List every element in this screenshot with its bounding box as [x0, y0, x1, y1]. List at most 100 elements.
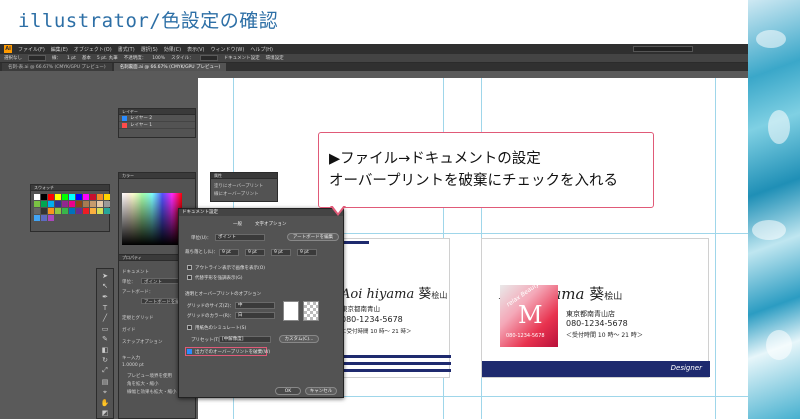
- line-tool-icon[interactable]: ╱: [100, 313, 110, 323]
- menu-edit[interactable]: 編集(E): [51, 46, 68, 53]
- color-swatch[interactable]: [90, 201, 96, 207]
- variable-width[interactable]: 基本: [82, 55, 91, 61]
- key-value[interactable]: 1.0000 pt: [122, 363, 144, 368]
- eraser-tool-icon[interactable]: ◧: [100, 345, 110, 355]
- overprint-stroke-check[interactable]: 線にオーバープリント: [214, 191, 259, 197]
- color-swatch[interactable]: [41, 215, 47, 221]
- pen-tool-icon[interactable]: ✒: [100, 292, 110, 302]
- gradient-tool-icon[interactable]: ▤: [100, 377, 110, 387]
- bleed-bottom[interactable]: 9 pt: [245, 249, 265, 256]
- scale-corners-check[interactable]: 角を拡大・縮小: [127, 381, 159, 387]
- color-swatch[interactable]: [48, 194, 54, 200]
- business-card-front[interactable]: Aoi hiyama 葵桧山 東京都南青山 080-1234-5678 ＜受付時…: [328, 238, 451, 378]
- layer-row[interactable]: レイヤー 2: [119, 115, 195, 122]
- menu-select[interactable]: 選択(S): [141, 46, 158, 53]
- tab-card-front[interactable]: 名刺-表.ai @ 66.67% (CMYK/GPU プレビュー): [2, 63, 112, 71]
- color-swatch[interactable]: [76, 201, 82, 207]
- color-swatch[interactable]: [83, 208, 89, 214]
- color-swatch[interactable]: [48, 208, 54, 214]
- rectangle-tool-icon[interactable]: ▭: [100, 324, 110, 334]
- color-swatch[interactable]: [104, 208, 110, 214]
- color-swatch[interactable]: [76, 208, 82, 214]
- color-swatch[interactable]: [83, 201, 89, 207]
- brush-tool-icon[interactable]: ✎: [100, 334, 110, 344]
- brush-definition[interactable]: 5 pt. 丸筆: [97, 55, 118, 61]
- color-swatch[interactable]: [48, 215, 54, 221]
- bleed-right[interactable]: 9 pt: [297, 249, 317, 256]
- color-spectrum[interactable]: [122, 193, 182, 245]
- color-swatch[interactable]: [104, 201, 110, 207]
- tab-general[interactable]: 一般: [233, 221, 242, 227]
- menu-window[interactable]: ウィンドウ(W): [210, 46, 244, 53]
- type-tool-icon[interactable]: T: [100, 303, 110, 313]
- preview-bounds-check[interactable]: プレビュー境界を使用: [127, 373, 172, 379]
- color-swatch[interactable]: [97, 194, 103, 200]
- eyedropper-icon[interactable]: ⌖: [100, 387, 110, 397]
- color-swatch[interactable]: [62, 208, 68, 214]
- color-swatch[interactable]: [83, 194, 89, 200]
- layer-row[interactable]: レイヤー 1: [119, 122, 195, 129]
- color-swatch[interactable]: [76, 194, 82, 200]
- outline-images-checkbox[interactable]: [187, 265, 192, 270]
- color-swatch[interactable]: [55, 194, 61, 200]
- color-swatch[interactable]: [69, 208, 75, 214]
- fill-stroke-icon[interactable]: ◩: [100, 409, 110, 419]
- hand-tool-icon[interactable]: ✋: [100, 398, 110, 408]
- selection-tool-icon[interactable]: ➤: [100, 271, 110, 281]
- bleed-left[interactable]: 9 pt: [271, 249, 291, 256]
- color-swatch[interactable]: [69, 201, 75, 207]
- grid-size-select[interactable]: 中: [235, 302, 275, 309]
- color-swatch[interactable]: [97, 201, 103, 207]
- stroke-weight[interactable]: 1 pt: [67, 56, 76, 61]
- ok-button[interactable]: OK: [275, 387, 301, 395]
- color-swatch[interactable]: [34, 208, 40, 214]
- color-swatch[interactable]: [90, 194, 96, 200]
- menu-object[interactable]: オブジェクト(O): [74, 46, 112, 53]
- discard-overprint-checkbox[interactable]: [187, 349, 192, 354]
- paper-color-checkbox[interactable]: [187, 325, 192, 330]
- direct-selection-icon[interactable]: ↖: [100, 282, 110, 292]
- cancel-button[interactable]: キャンセル: [305, 387, 337, 395]
- preset-select[interactable]: [中解像度]: [219, 336, 271, 343]
- scale-strokes-check[interactable]: 線幅と効果も拡大・縮小: [127, 389, 177, 395]
- menu-effect[interactable]: 効果(C): [164, 46, 181, 53]
- tab-card-back[interactable]: 名刺裏面.ai @ 66.67% (CMYK/GPU プレビュー): [113, 63, 227, 71]
- color-swatch[interactable]: [104, 194, 110, 200]
- color-swatch[interactable]: [62, 201, 68, 207]
- search-input[interactable]: [633, 46, 693, 52]
- glyph-highlight-checkbox[interactable]: [187, 275, 192, 280]
- color-swatch[interactable]: [62, 194, 68, 200]
- menu-view[interactable]: 表示(V): [187, 46, 204, 53]
- document-setup-button[interactable]: ドキュメント設定: [224, 55, 260, 61]
- overprint-fill-check[interactable]: 塗りにオーバープリント: [214, 183, 263, 189]
- color-swatch[interactable]: [41, 194, 47, 200]
- color-swatch[interactable]: [34, 201, 40, 207]
- preferences-button[interactable]: 環境設定: [266, 55, 284, 61]
- style-picker[interactable]: [199, 55, 218, 61]
- color-swatch[interactable]: [34, 194, 40, 200]
- dialog-edit-artboard-button[interactable]: アートボードを編集: [287, 233, 339, 241]
- color-swatch[interactable]: [69, 194, 75, 200]
- color-swatch[interactable]: [55, 201, 61, 207]
- dialog-unit-select[interactable]: ポイント: [215, 234, 265, 241]
- tab-text-options[interactable]: 文字オプション: [255, 221, 287, 227]
- rotate-tool-icon[interactable]: ↻: [100, 356, 110, 366]
- opacity-value[interactable]: 100%: [152, 56, 165, 61]
- role-label: Designer: [670, 364, 702, 372]
- fill-swatch[interactable]: [28, 55, 46, 61]
- custom-button[interactable]: カスタム(C)...: [279, 335, 319, 343]
- color-swatch[interactable]: [90, 208, 96, 214]
- color-swatch[interactable]: [41, 208, 47, 214]
- menu-file[interactable]: ファイル(F): [18, 46, 45, 53]
- color-swatch[interactable]: [48, 201, 54, 207]
- color-swatch[interactable]: [34, 215, 40, 221]
- grid-color-select[interactable]: 白: [235, 312, 275, 319]
- color-swatch[interactable]: [41, 201, 47, 207]
- scale-tool-icon[interactable]: ⤢: [100, 366, 110, 376]
- color-swatch[interactable]: [55, 208, 61, 214]
- guide-line: [715, 78, 716, 419]
- menu-help[interactable]: ヘルプ(H): [250, 46, 273, 53]
- menu-type[interactable]: 書式(T): [118, 46, 135, 53]
- color-swatch[interactable]: [97, 208, 103, 214]
- bleed-top[interactable]: 9 pt: [219, 249, 239, 256]
